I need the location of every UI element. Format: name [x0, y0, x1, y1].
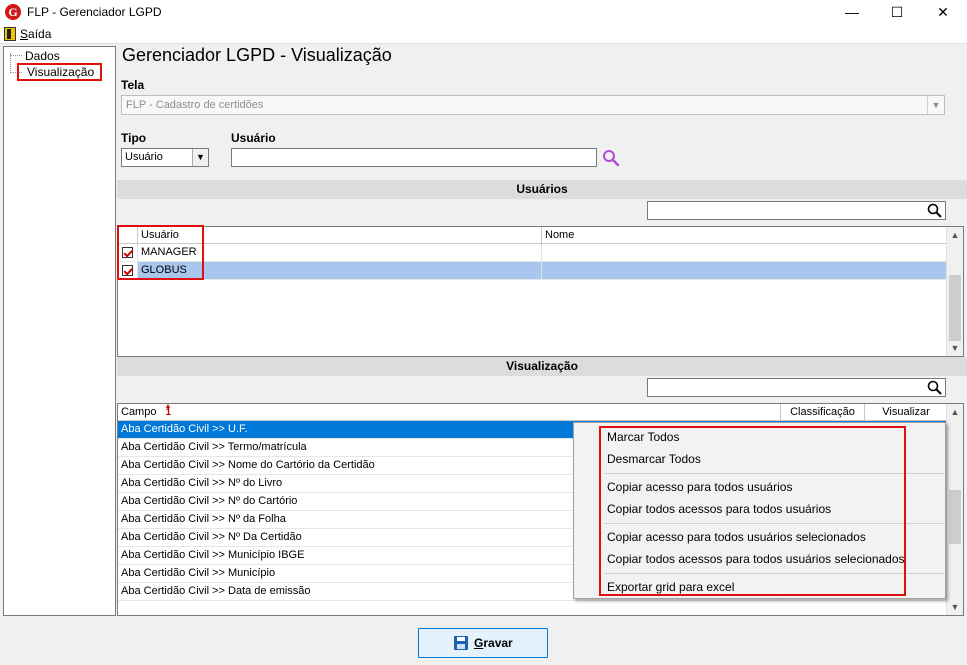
cell-nome	[542, 262, 947, 279]
exit-door-icon[interactable]	[4, 27, 16, 41]
sort-ascending-icon: ▲	[164, 403, 172, 410]
navigation-tree: Dados Visualização	[3, 46, 116, 616]
tree-item-dados[interactable]: Dados	[25, 49, 60, 63]
context-menu: Marcar Todos Desmarcar Todos Copiar aces…	[573, 422, 946, 599]
column-header-nome[interactable]: Nome	[542, 227, 947, 244]
tela-value: FLP - Cadastro de certidões	[126, 99, 264, 111]
menu-item-copiar-acesso-selecionados[interactable]: Copiar acesso para todos usuários seleci…	[607, 530, 866, 544]
view-filter-input[interactable]	[647, 378, 946, 397]
users-section-header: Usuários	[117, 180, 967, 199]
search-icon[interactable]	[927, 380, 942, 395]
app-logo-icon: G	[5, 4, 21, 20]
minimize-button[interactable]: —	[829, 0, 875, 24]
page-title: Gerenciador LGPD - Visualização	[122, 45, 392, 65]
title-bar: G FLP - Gerenciador LGPD — ☐ ✕	[0, 0, 967, 24]
menu-separator	[604, 523, 944, 524]
close-button[interactable]: ✕	[920, 0, 966, 24]
column-header-visualizar[interactable]: Visualizar	[865, 404, 947, 421]
tipo-label: Tipo	[121, 131, 147, 145]
maximize-button[interactable]: ☐	[874, 0, 920, 24]
tipo-value: Usuário	[125, 151, 163, 163]
checkbox-checked[interactable]	[122, 247, 133, 258]
users-grid-scrollbar[interactable]: ▲ ▼	[946, 227, 963, 356]
save-button[interactable]: Gravar	[418, 628, 548, 658]
chevron-down-icon[interactable]: ▼	[947, 340, 963, 356]
search-icon[interactable]	[927, 203, 942, 218]
cell-usuario: GLOBUS	[138, 262, 542, 279]
floppy-disk-icon	[454, 636, 468, 650]
usuario-label: Usuário	[231, 131, 276, 145]
save-button-label: Gravar	[474, 636, 513, 650]
menu-item-copiar-todos-acessos-todos[interactable]: Copiar todos acessos para todos usuários	[607, 502, 831, 516]
users-grid: Usuário Nome MANAGER GLOBUS ▲ ▼	[117, 226, 964, 357]
tree-item-visualizacao[interactable]: Visualização	[17, 63, 103, 81]
column-header-usuario[interactable]: Usuário	[138, 227, 542, 244]
search-icon[interactable]	[602, 149, 620, 167]
menu-item-desmarcar-todos[interactable]: Desmarcar Todos	[607, 452, 701, 466]
table-row[interactable]: MANAGER	[118, 244, 947, 262]
menu-item-copiar-todos-acessos-selecionados[interactable]: Copiar todos acessos para todos usuários…	[607, 552, 905, 566]
menu-bar: Saída	[0, 24, 967, 44]
menu-item-copiar-acesso-todos[interactable]: Copiar acesso para todos usuários	[607, 480, 792, 494]
chevron-down-icon[interactable]: ▼	[927, 96, 944, 114]
menu-exit[interactable]: Saída	[20, 27, 51, 41]
view-grid-scrollbar[interactable]: ▲ ▼	[946, 404, 963, 615]
cell-usuario: MANAGER	[138, 244, 542, 261]
users-filter-input[interactable]	[647, 201, 946, 220]
tela-select[interactable]: FLP - Cadastro de certidões ▼	[121, 95, 945, 115]
view-grid-header: Campo ▲ 1 Classificação Visualizar	[118, 404, 947, 421]
window-title: FLP - Gerenciador LGPD	[27, 5, 162, 19]
tela-label: Tela	[121, 78, 145, 92]
menu-item-marcar-todos[interactable]: Marcar Todos	[607, 430, 679, 444]
users-grid-header: Usuário Nome	[118, 227, 947, 244]
sort-order-badge: ▲ 1	[165, 404, 172, 418]
table-row[interactable]: GLOBUS	[118, 262, 947, 280]
menu-separator	[604, 573, 944, 574]
tipo-select[interactable]: Usuário ▼	[121, 148, 209, 167]
view-section-header: Visualização	[117, 357, 967, 376]
column-header-classificacao[interactable]: Classificação	[781, 404, 865, 421]
menu-separator	[604, 473, 944, 474]
usuario-input[interactable]	[231, 148, 597, 167]
column-header-campo[interactable]: Campo ▲ 1	[118, 404, 781, 421]
checkbox-checked[interactable]	[122, 265, 133, 276]
menu-item-exportar-excel[interactable]: Exportar grid para excel	[607, 580, 734, 594]
chevron-down-icon[interactable]: ▼	[947, 599, 963, 615]
chevron-down-icon[interactable]: ▼	[192, 149, 208, 166]
cell-nome	[542, 244, 947, 261]
chevron-up-icon[interactable]: ▲	[947, 227, 963, 243]
chevron-up-icon[interactable]: ▲	[947, 404, 963, 420]
